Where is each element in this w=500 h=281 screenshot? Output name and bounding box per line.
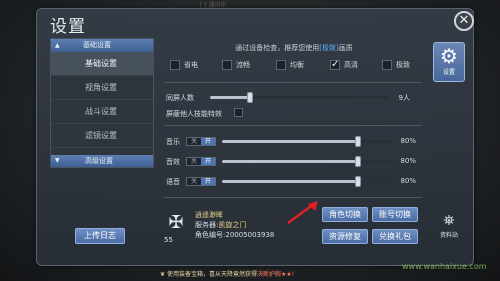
sidebar-footer-label: 高级设置: [85, 157, 113, 165]
music-slider[interactable]: [222, 136, 392, 147]
toggle-off: 关: [187, 158, 201, 165]
tab-settings[interactable]: ⚙ 设置: [433, 42, 465, 82]
quality-checkbox[interactable]: [382, 60, 392, 70]
audio-label: 音效: [166, 158, 180, 166]
quality-checkbox[interactable]: [276, 60, 286, 70]
audio-label: 音乐: [166, 138, 180, 146]
divider: [164, 197, 422, 198]
divider: [164, 82, 422, 83]
quality-checkbox-checked[interactable]: ✓: [330, 60, 340, 70]
toggle-on: 开: [201, 158, 215, 165]
music-value: 80%: [400, 137, 416, 145]
slider-handle[interactable]: [246, 92, 253, 103]
broadcast-icon: ❦: [160, 271, 166, 278]
toggle-on: 开: [201, 138, 215, 145]
expand-down-icon: ▼: [55, 157, 60, 164]
quality-checkbox[interactable]: [170, 60, 180, 70]
player-id: 角色编号:20005003938: [195, 230, 274, 240]
slider-fill: [222, 160, 358, 163]
music-toggle[interactable]: 关 开: [186, 137, 216, 146]
tab-settings-label: 设置: [442, 69, 455, 76]
settings-sidebar: ▲ 基础设置 基础设置 视角设置 战斗设置 滤镜设置 ▼ 高级设置: [50, 38, 154, 168]
player-level: 55: [164, 236, 173, 244]
hint-recommend: [极致]: [319, 44, 339, 52]
server-label: 服务器:: [195, 221, 219, 229]
hint-prefix: 通过设备检查，推荐您使用: [235, 44, 320, 52]
sfx-slider[interactable]: [222, 156, 392, 167]
voice-value: 80%: [400, 177, 416, 185]
toggle-on: 开: [201, 178, 215, 185]
server-name: 凯旋之门: [218, 221, 247, 229]
divider: [164, 125, 422, 126]
close-icon: ✕: [458, 13, 470, 28]
sidebar-item-view[interactable]: 视角设置: [51, 76, 153, 100]
slider-fill: [222, 180, 358, 183]
id-label: 角色编号:: [195, 231, 226, 239]
slider-handle[interactable]: [355, 156, 361, 167]
broadcast-highlight: 决断护腕★★!: [256, 271, 295, 278]
sidebar-item-combat[interactable]: 战斗设置: [51, 100, 153, 124]
quality-option-ultra[interactable]: 极致: [382, 58, 410, 72]
hint-suffix: 画质: [338, 44, 353, 52]
quality-option-power-save[interactable]: 省电: [170, 58, 198, 72]
sidebar-item-filter[interactable]: 滤镜设置: [51, 124, 153, 148]
slider-handle[interactable]: [355, 176, 361, 187]
quality-label: 极致: [396, 61, 410, 69]
slider-fill: [222, 140, 358, 143]
watermark: www.wanhaixue.com: [402, 262, 487, 271]
block-skill-checkbox[interactable]: [234, 108, 243, 117]
sidebar-header-basic[interactable]: ▲ 基础设置: [51, 39, 153, 52]
sidebar-item-basic[interactable]: 基础设置: [51, 52, 153, 76]
slider-handle[interactable]: [355, 136, 361, 147]
voice-slider[interactable]: [222, 176, 392, 187]
voice-toggle[interactable]: 关 开: [186, 177, 216, 186]
block-skill-label: 屏蔽他人技能特效: [166, 110, 222, 118]
redeem-gift-button[interactable]: 兑换礼包: [372, 229, 418, 244]
quality-label: 高清: [344, 61, 358, 69]
quality-label: 流畅: [236, 61, 250, 69]
player-server: 服务器:凯旋之门: [195, 220, 246, 230]
collapse-up-icon: ▲: [55, 42, 60, 49]
switch-role-button[interactable]: 角色切换: [322, 207, 368, 222]
quality-label: 省电: [184, 61, 198, 69]
upload-log-button[interactable]: 上传日志: [75, 228, 125, 244]
quality-option-smooth[interactable]: 流畅: [222, 58, 250, 72]
audio-label: 语音: [166, 178, 180, 186]
same-screen-label: 同屏人数: [166, 94, 194, 102]
tab-data-station[interactable]: ⛯ 资料站: [432, 212, 466, 244]
sidebar-header-label: 基础设置: [83, 41, 111, 49]
sfx-value: 80%: [400, 157, 416, 165]
broadcast-text: 使用装备宝箱，喜从天降竟然获得: [166, 271, 257, 278]
toggle-off: 关: [187, 138, 201, 145]
tab-data-station-label: 资料站: [439, 232, 458, 239]
quality-checkbox[interactable]: [222, 60, 232, 70]
page-title: 设置: [50, 17, 86, 37]
quality-hint: 通过设备检查，推荐您使用[极致]画质: [164, 43, 424, 53]
system-broadcast: ❦ 使用装备宝箱，喜从天降竟然获得决断护腕★★!: [160, 269, 360, 279]
quality-label: 均衡: [290, 61, 304, 69]
sfx-toggle[interactable]: 关 开: [186, 157, 216, 166]
same-screen-value: 9人: [398, 94, 410, 102]
player-name: 逍遥渺眸: [195, 211, 223, 219]
same-screen-slider[interactable]: [210, 92, 390, 103]
red-arrow-annotation: [287, 201, 318, 225]
slider-fill: [210, 96, 250, 99]
quality-option-hd[interactable]: ✓ 高清: [330, 58, 358, 72]
sidebar-footer-advanced[interactable]: ▼ 高级设置: [51, 155, 153, 167]
toggle-off: 关: [187, 178, 201, 185]
quality-option-balanced[interactable]: 均衡: [276, 58, 304, 72]
gear-icon: ⚙: [440, 44, 458, 68]
resource-repair-button[interactable]: 资源修复: [322, 229, 368, 244]
switch-account-button[interactable]: 账号切换: [372, 207, 418, 222]
close-button[interactable]: ✕: [454, 11, 474, 31]
id-value: 20005003938: [225, 231, 275, 239]
checkmark-icon: ✓: [331, 59, 340, 70]
quality-options: 省电 流畅 均衡 ✓ 高清 极致: [164, 58, 424, 74]
data-station-icon: ⛯: [443, 213, 455, 229]
